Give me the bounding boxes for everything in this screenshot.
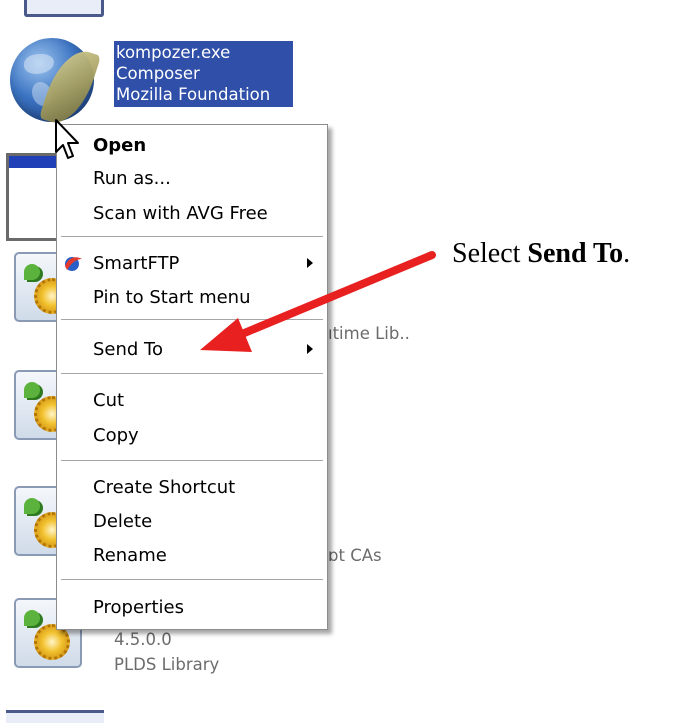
pin-shape [24,610,40,626]
menu-item-run-as[interactable]: Run as... [57,162,327,194]
annotation-emphasis: Send To [527,238,624,269]
menu-item-send-to[interactable]: Send To [57,333,327,365]
menu-item-rename-label: Rename [93,544,167,566]
menu-item-pin[interactable]: Pin to Start menu [57,281,327,313]
annotation-callout: Select Send To. [452,238,630,270]
menu-item-open[interactable]: Open [57,129,327,161]
selected-file-label[interactable]: kompozer.exe Composer Mozilla Foundation [114,41,293,107]
menu-item-delete[interactable]: Delete [57,505,327,537]
menu-item-smartftp-label: SmartFTP [93,252,180,274]
menu-item-copy-label: Copy [93,424,139,446]
menu-item-create-shortcut-label: Create Shortcut [93,476,236,498]
annotation-prefix: Select [452,238,528,269]
globe-land-shape [24,54,54,74]
pin-shape [24,382,40,398]
menu-item-copy[interactable]: Copy [57,419,327,451]
file-library: PLDS Library [114,655,220,674]
pin-shape [24,498,40,514]
menu-item-scan-label: Scan with AVG Free [93,202,268,224]
smartftp-icon [65,257,82,271]
annotation-suffix: . [623,238,631,269]
file-label-cas-partial: ɒt CAs [328,546,382,565]
menu-item-cut-label: Cut [93,389,125,411]
submenu-arrow-icon [307,258,313,268]
menu-separator [61,579,323,581]
kompozer-app-icon[interactable] [10,38,102,131]
file-name: kompozer.exe [116,43,231,62]
menu-separator [61,460,323,462]
file-version: 4.5.0.0 [114,630,172,649]
menu-item-properties[interactable]: Properties [57,591,327,623]
menu-separator [61,319,323,321]
submenu-arrow-icon [307,344,313,354]
menu-item-pin-label: Pin to Start menu [93,286,251,308]
menu-separator [61,236,323,238]
menu-item-cut[interactable]: Cut [57,384,327,416]
menu-item-open-label: Open [93,134,147,156]
file-label-runtime-partial: ıtime Lib.. [328,324,410,343]
menu-item-run-as-label: Run as... [93,167,171,189]
menu-item-smartftp[interactable]: SmartFTP [57,247,327,279]
folder-icon-partial-top[interactable] [24,0,104,17]
menu-item-delete-label: Delete [93,510,153,532]
menu-item-create-shortcut[interactable]: Create Shortcut [57,471,327,503]
file-company: Mozilla Foundation [116,85,271,104]
menu-item-properties-label: Properties [93,596,184,618]
file-description: Composer [116,64,200,83]
menu-item-rename[interactable]: Rename [57,539,327,571]
pin-shape [24,264,40,280]
menu-separator [61,373,323,375]
context-menu: Open Run as... Scan with AVG Free SmartF… [56,124,328,630]
menu-item-send-to-label: Send To [93,338,164,360]
mouse-pointer-icon [55,119,79,159]
folder-icon-partial-bottom[interactable] [6,710,104,723]
menu-item-scan[interactable]: Scan with AVG Free [57,197,327,229]
